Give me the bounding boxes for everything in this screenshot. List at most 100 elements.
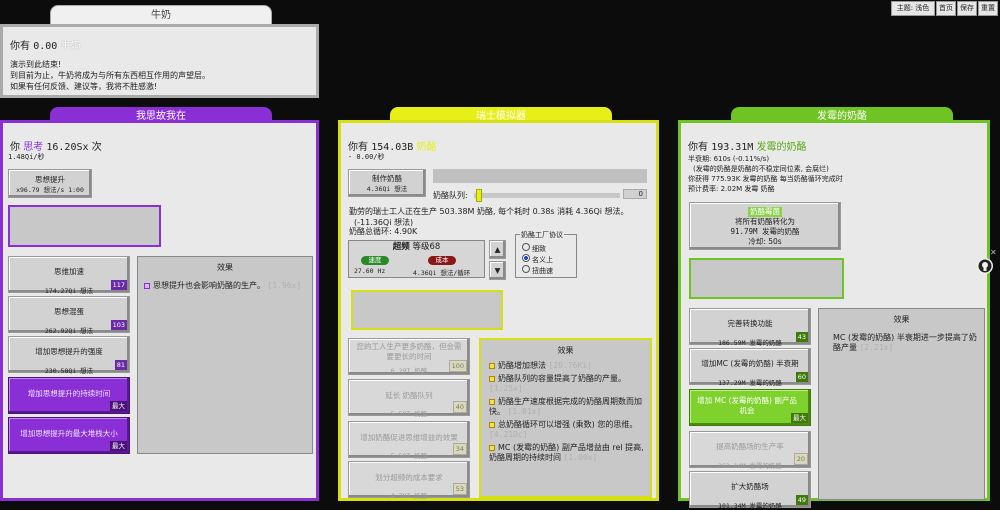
think-upgrade-4[interactable]: 增加思想提升的持续时间 最大 [8,377,130,414]
moldy-upgrade-5[interactable]: 扩大奶酪场 101.34M 发霉的奶酪 49 [689,471,811,510]
bullet-icon [489,362,495,369]
protocol-option-3-label: 扭曲速 [532,267,553,275]
github-icon-svg [978,259,992,273]
bullet-icon [144,282,150,289]
swiss-effect-3-value: 1.81x [512,407,537,416]
cheese-queue-count[interactable]: 0 [623,189,647,199]
moldy-upgrade-4[interactable]: 提高奶酪场的生产率 262.14M 发霉的奶酪 20 [689,431,811,470]
moldy-upgrade-2-name: 增加MC (发霉的奶酪) 半衰期 [701,359,799,368]
swiss-upgrade-4[interactable]: 划分超频的成本要求 4.78T 奶酪 53 [348,461,470,500]
swiss-effect-5: MC (发霉的奶酪) 副产品增益由 rel 提高, 奶酪周期的持续时间 [1.0… [489,443,644,462]
swiss-upgrade-1-name: 您的工人生产更多奶酪，但会需要更长的时间 [356,342,462,361]
think-suffix: 次 [91,142,102,153]
make-cheese-label: 制作奶酪 [372,174,402,183]
mold-convert-cooldown: 冷却: 50s [748,237,782,246]
think-upgrade-1-name: 思维加速 [54,267,84,276]
moldy-upgrade-3[interactable]: 增加 MC (发霉的奶酪) 副产品机会 最大 [689,389,811,426]
swiss-info1: 勤劳的瑞士工人正在生产 503.38M 奶酪, 每个耗时 0.38s 消耗 4.… [349,207,629,216]
chevron-up-icon: ▲ [494,245,501,254]
think-upgrade-4-level: 最大 [110,401,127,411]
protocol-option-1[interactable]: 细致 [522,243,553,254]
swiss-effect-2: 奶酪队列的容量提高了奶酪的产量。 [1.25x] [489,374,626,393]
swiss-upgrade-3[interactable]: 增加奶酪促进思维增益的效果 5.59T 奶酪 34 [348,421,470,460]
swiss-upgrade-4-name: 划分超频的成本要求 [375,473,443,482]
overclock-box: 超频 等级68 速度 成本 27.60 Hz 4.36Qi 想法/循环 [348,240,485,278]
moldy-upgrade-5-level: 49 [795,495,808,505]
think-effect-text: 思想提升也会影响奶酪的生产。 [153,281,265,290]
protocol-option-3[interactable]: 扭曲速 [522,265,553,276]
swiss-effect-box: 效果 奶酪增加想法 [29.76Ki] 奶酪队列的容量提高了奶酪的产量。 [1.… [479,338,652,498]
swiss-effect-2-text: 奶酪队列的容量提高了奶酪的产量。 [498,374,626,383]
moldy-note: (发霉的奶酪是奶酪的不稳定同位素, 会腐烂) [693,165,829,173]
think-amount-line: 你 思考 16.20Sx 次 [10,138,102,153]
swiss-upgrade-3-cost: 5.59T 奶酪 [390,452,428,460]
moldy-effect-text: MC (发霉的奶酪) 半衰期进一步提高了奶酪产量 [833,333,977,352]
moldy-half-life: 半衰期: 610s (-0.11%/s) [688,155,770,163]
moldy-have-prefix: 你有 [688,142,708,153]
moldy-amount: 193.31M [711,142,754,153]
swiss-panel: 你有 154.03B 奶酪 - 0.00/秒 制作奶酪 4.36Qi 想法 奶酪… [338,120,659,501]
think-upgrade-5[interactable]: 增加思想提升的最大堆栈大小 最大 [8,417,130,454]
moldy-upgrade-1-name: 完善转换功能 [727,319,773,328]
moldy-upgrade-1[interactable]: 完善转换功能 186.59M 发霉的奶酪 43 [689,308,811,347]
swiss-progress-box [351,290,503,330]
overclock-down-button[interactable]: ▼ [489,261,506,280]
think-effect-value: 1.96x [272,281,297,290]
swiss-upgrade-4-level: 53 [452,483,467,495]
overclock-up-button[interactable]: ▲ [489,240,506,259]
swiss-upgrade-2-name: 延长 奶酪队列 [385,391,433,400]
protocol-options: 细致 名义上 扭曲速 [522,243,553,276]
think-upgrade-1-level: 117 [110,280,127,290]
make-cheese-button[interactable]: 制作奶酪 4.36Qi 想法 [348,169,426,197]
bullet-icon [489,375,495,382]
protocol-option-2-label: 名义上 [532,256,553,264]
thought-boost-label: 思想提升 [35,175,65,184]
moldy-unit: 发霉的奶酪 [756,142,807,153]
swiss-effect-4: 总奶酪循环可以增强 (乘数) 您的思维。 [4.21Dc] [489,420,638,439]
thought-boost-button[interactable]: 思想提升 x96.79 想法/s 1:00 [8,169,92,198]
moldy-effect-box: 效果 MC (发霉的奶酪) 半衰期进一步提高了奶酪产量 [2.21x] [818,308,985,500]
think-upgrade-2-level: 103 [110,320,127,330]
swiss-upgrade-1-level: 100 [448,360,467,372]
theme-button[interactable]: 主题: 浅色 [891,1,935,16]
think-upgrade-1[interactable]: 思维加速 174.27Qi 想法 117 [8,256,130,295]
github-icon[interactable] [977,258,993,274]
think-upgrade-3-cost: 230.58Qi 想法 [44,367,94,375]
thought-boost-bar [8,205,161,247]
think-upgrade-3[interactable]: 增加思想提升的强度 230.58Qi 想法 81 [8,336,130,375]
cost-badge: 成本 [428,256,456,265]
save-button[interactable]: 保存 [957,1,977,16]
swiss-effect-1-text: 奶酪增加想法 [498,361,546,370]
slider-handle[interactable] [476,189,482,202]
moldy-upgrade-2-level: 60 [795,372,808,382]
swiss-upgrade-2[interactable]: 延长 奶酪队列 5.59T 奶酪 40 [348,379,470,418]
reset-button[interactable]: 重置 [978,1,998,16]
moldy-upgrade-4-name: 提高奶酪场的生产率 [716,442,784,451]
think-upgrade-2[interactable]: 思想混蛋 262.92Qi 想法 103 [8,296,130,335]
cheese-queue-slider[interactable] [474,189,620,202]
milk-amount: 0.00 [33,41,58,52]
swiss-upgrade-4-cost: 4.78T 奶酪 [390,492,428,500]
speed-badge: 速度 [361,256,389,265]
protocol-option-2[interactable]: 名义上 [522,254,553,265]
close-icon[interactable]: ✕ [990,248,997,257]
moldy-upgrade-2[interactable]: 增加MC (发霉的奶酪) 半衰期 137.29M 发霉的奶酪 60 [689,348,811,387]
home-button[interactable]: 首页 [936,1,956,16]
cheese-progress-bar [433,169,647,183]
swiss-upgrade-1[interactable]: 您的工人生产更多奶酪，但会需要更长的时间 6.29T 奶酪 100 [348,338,470,375]
moldy-upgrade-3-level: 最大 [791,413,808,423]
think-upgrade-5-level: 最大 [110,441,127,451]
mold-convert-button[interactable]: 奶酪霉菌 将所有奶酪转化为 91.79M 发霉的奶酪 冷却: 50s [689,202,841,250]
think-upgrade-4-name: 增加思想提升的持续时间 [27,389,111,398]
think-amount: 16.20Sx [46,142,89,153]
moldy-upgrade-1-level: 43 [795,332,808,342]
swiss-effect-1: 奶酪增加想法 [29.76Ki] [489,361,644,371]
swiss-amount-line: 你有 154.03B 奶酪 [348,138,437,153]
swiss-rate: - 0.00/秒 [348,153,385,161]
moldy-upgrade-2-cost: 137.29M 发霉的奶酪 [718,379,782,387]
think-panel: 你 思考 16.20Sx 次 1.48Qi/秒 思想提升 x96.79 想法/s… [0,120,319,501]
bullet-icon [489,398,495,405]
milk-have-prefix: 你有 [10,41,30,52]
bullet-icon [489,444,495,451]
swiss-upgrade-3-level: 34 [452,443,467,455]
